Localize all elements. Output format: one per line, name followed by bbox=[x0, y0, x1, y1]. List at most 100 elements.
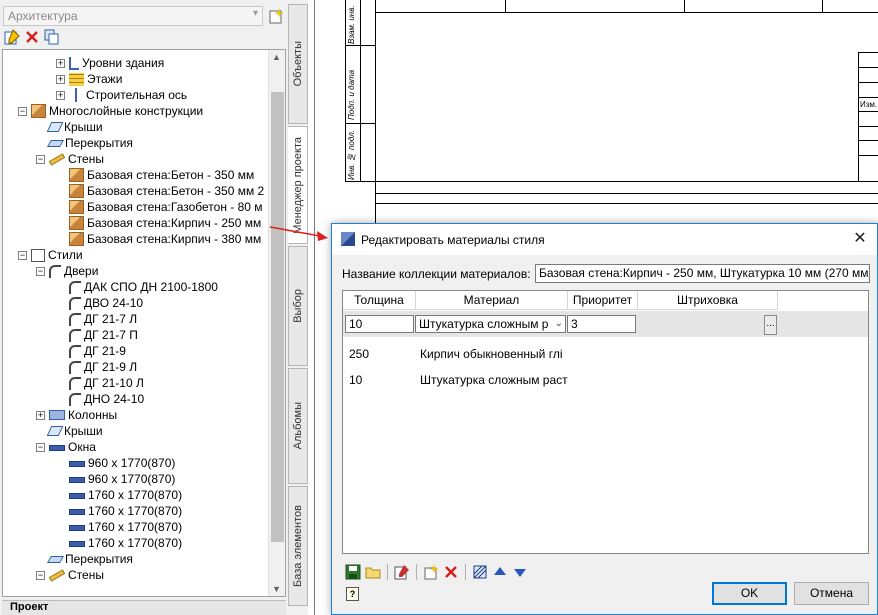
tree-item[interactable]: ДАК СПО ДН 2100-1800 bbox=[69, 279, 218, 295]
tree-item[interactable]: ДНО 24-10 bbox=[69, 391, 144, 407]
priority-input[interactable]: 3 bbox=[567, 315, 636, 333]
table-row-editing[interactable]: 10 Штукатурка сложным р ⌄ 3 ... bbox=[343, 311, 868, 337]
expand-icon[interactable]: + bbox=[56, 74, 65, 84]
collection-name-field[interactable]: Базовая стена:Кирпич - 250 мм, Штукатурк… bbox=[535, 264, 870, 283]
collapse-icon[interactable]: − bbox=[36, 154, 45, 164]
window-icon bbox=[69, 525, 85, 531]
tree-item[interactable]: − Окна bbox=[36, 439, 96, 455]
collapse-icon[interactable]: − bbox=[36, 442, 45, 452]
cancel-button[interactable]: Отмена bbox=[794, 582, 869, 605]
material-select[interactable]: Штукатурка сложным р ⌄ bbox=[415, 315, 566, 333]
expand-icon[interactable]: + bbox=[56, 58, 65, 68]
column-header-material[interactable]: Материал bbox=[416, 291, 568, 310]
tree-item[interactable]: + Строительная ось bbox=[56, 87, 187, 103]
window-icon bbox=[69, 509, 85, 515]
copy-icon[interactable] bbox=[44, 29, 60, 45]
axis-icon bbox=[75, 88, 77, 102]
tree-item[interactable]: 1760 x 1770(870) bbox=[69, 535, 182, 551]
tree-item[interactable]: 1760 x 1770(870) bbox=[69, 519, 182, 535]
dialog-titlebar[interactable]: Редактировать материалы стиля ✕ bbox=[332, 224, 877, 255]
tree-item[interactable]: + Этажи bbox=[56, 71, 122, 87]
column-header-hatch[interactable]: Штриховка bbox=[638, 291, 778, 310]
tree-toolbar bbox=[4, 29, 60, 47]
column-header-priority[interactable]: Приоритет bbox=[568, 291, 638, 310]
tree-item[interactable]: + Колонны bbox=[36, 407, 117, 423]
delete-icon[interactable] bbox=[443, 564, 459, 580]
tree-item[interactable]: − Стены bbox=[36, 567, 104, 583]
row-thickness: 10 bbox=[349, 373, 363, 387]
door-icon bbox=[49, 264, 61, 278]
floors-icon bbox=[69, 72, 84, 86]
tab-objects[interactable]: Объекты bbox=[288, 4, 308, 124]
door-icon bbox=[69, 328, 81, 342]
title-block-line bbox=[858, 140, 878, 141]
delete-icon[interactable] bbox=[24, 29, 40, 45]
save-icon[interactable] bbox=[345, 564, 361, 580]
category-combo[interactable]: Архитектура ▾ bbox=[3, 6, 263, 26]
collapse-icon[interactable]: − bbox=[18, 250, 27, 260]
help-icon[interactable]: ? bbox=[346, 587, 359, 601]
scroll-up-icon[interactable]: ▲ bbox=[272, 52, 281, 62]
tree-item[interactable]: 1760 x 1770(870) bbox=[69, 503, 182, 519]
collapse-icon[interactable]: − bbox=[36, 266, 45, 276]
hatch-browse-button[interactable]: ... bbox=[764, 315, 777, 335]
tab-objects-label: Объекты bbox=[292, 41, 304, 87]
hatch-icon[interactable] bbox=[472, 564, 488, 580]
open-folder-icon[interactable] bbox=[365, 564, 381, 580]
collapse-icon[interactable]: − bbox=[18, 106, 27, 116]
tree-item[interactable]: Перекрытия bbox=[46, 135, 133, 151]
tree-item[interactable]: 960 x 1770(870) bbox=[69, 455, 175, 471]
expand-icon[interactable]: + bbox=[36, 410, 45, 420]
expand-icon[interactable]: + bbox=[56, 90, 65, 100]
tree-item[interactable]: Базовая стена:Бетон - 350 мм bbox=[69, 167, 254, 183]
tree-item[interactable]: ДГ 21-9 Л bbox=[69, 359, 137, 375]
stamp-label: Инв. № подл. bbox=[347, 130, 356, 180]
wall-icon bbox=[69, 232, 84, 246]
tree-scrollbar[interactable]: ▲ ▼ bbox=[268, 50, 285, 596]
tree-item[interactable]: − Стены bbox=[36, 151, 104, 167]
scroll-thumb[interactable] bbox=[271, 92, 284, 542]
tree-item[interactable]: + Уровни здания bbox=[56, 55, 164, 71]
tab-element-base[interactable]: База элементов bbox=[288, 486, 308, 606]
tab-selection[interactable]: Выбор bbox=[288, 246, 308, 366]
tree-item[interactable]: − Многослойные конструкции bbox=[18, 103, 203, 119]
tab-albums[interactable]: Альбомы bbox=[288, 368, 308, 484]
column-icon bbox=[49, 410, 65, 420]
table-row[interactable]: 10 Штукатурка сложным раст bbox=[343, 370, 868, 390]
project-tree[interactable]: + Уровни здания + Этажи + Строительная ось − Мн… bbox=[2, 49, 286, 597]
tree-item[interactable]: Базовая стена:Кирпич - 250 мм bbox=[69, 215, 261, 231]
tree-item[interactable]: Базовая стена:Газобетон - 80 м bbox=[69, 199, 263, 215]
tree-item[interactable]: Базовая стена:Кирпич - 380 мм bbox=[69, 231, 261, 247]
edit-icon[interactable] bbox=[4, 29, 20, 45]
tree-item[interactable]: − Стили bbox=[18, 247, 83, 263]
tree-item[interactable]: Перекрытия bbox=[46, 551, 133, 567]
new-item-icon[interactable] bbox=[423, 564, 439, 580]
tree-item[interactable]: Крыши bbox=[46, 119, 103, 135]
move-up-icon[interactable] bbox=[492, 564, 508, 580]
move-down-icon[interactable] bbox=[512, 564, 528, 580]
project-section-header[interactable]: Проект bbox=[2, 600, 286, 615]
tree-item[interactable]: Крыши bbox=[46, 423, 103, 439]
stamp-line bbox=[345, 45, 375, 46]
tree-item[interactable]: ДГ 21-7 П bbox=[69, 327, 138, 343]
edit-icon[interactable] bbox=[394, 564, 410, 580]
tree-item[interactable]: 1760 x 1770(870) bbox=[69, 487, 182, 503]
chevron-down-icon: ▾ bbox=[252, 8, 258, 19]
tree-item-label: 960 x 1770(870) bbox=[88, 456, 176, 470]
scroll-down-icon[interactable]: ▼ bbox=[272, 584, 281, 594]
close-button[interactable]: ✕ bbox=[843, 224, 877, 255]
collapse-icon[interactable]: − bbox=[36, 570, 45, 580]
new-item-icon[interactable] bbox=[267, 7, 285, 25]
column-header-thickness[interactable]: Толщина bbox=[343, 291, 416, 310]
tree-item[interactable]: 960 x 1770(870) bbox=[69, 471, 175, 487]
thickness-input[interactable]: 10 bbox=[345, 315, 414, 333]
tree-item[interactable]: ДГ 21-9 bbox=[69, 343, 126, 359]
ok-button[interactable]: OK bbox=[712, 582, 787, 605]
tree-item[interactable]: ДВО 24-10 bbox=[69, 295, 143, 311]
table-row[interactable]: 250 Кирпич обыкновенный глі bbox=[343, 344, 868, 364]
door-icon bbox=[69, 392, 81, 406]
tree-item[interactable]: ДГ 21-10 Л bbox=[69, 375, 144, 391]
tree-item[interactable]: − Двери bbox=[36, 263, 98, 279]
tree-item[interactable]: ДГ 21-7 Л bbox=[69, 311, 137, 327]
tree-item[interactable]: Базовая стена:Бетон - 350 мм 2 bbox=[69, 183, 264, 199]
